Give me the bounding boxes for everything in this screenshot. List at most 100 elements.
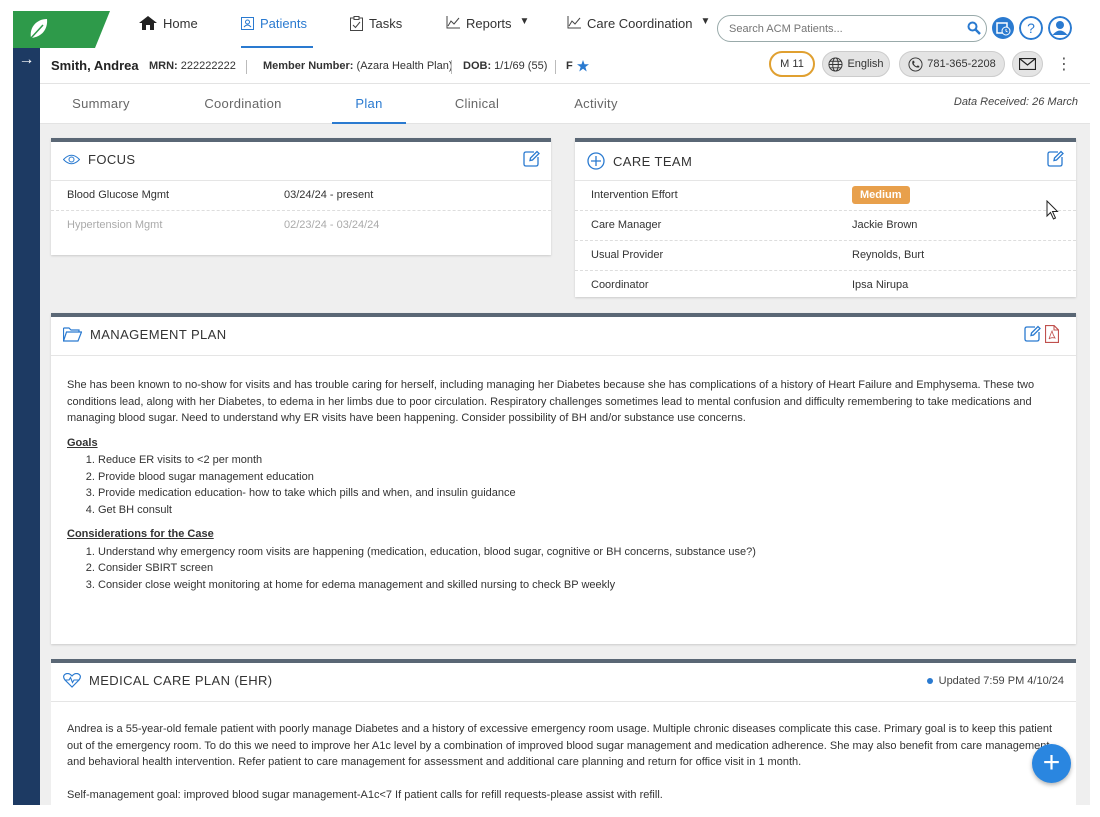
medical-care-plan-body: Andrea is a 55-year-old female patient w…: [67, 721, 1060, 803]
management-plan-card: MANAGEMENT PLAN She has been known to no…: [51, 313, 1076, 644]
mouse-cursor-icon: [1046, 200, 1059, 220]
status-dot-icon: [926, 678, 933, 684]
dob-label: DOB:: [463, 60, 492, 72]
goals-list: Reduce ER visits to <2 per month Provide…: [98, 452, 1060, 518]
tab-plan[interactable]: Plan: [332, 96, 406, 124]
patient-tabs: Summary Coordination Plan Clinical Activ…: [40, 84, 1090, 124]
patient-member-number: Member Number: (Azara Health Plan): [263, 60, 453, 72]
nav-care-coordination-label: Care Coordination: [587, 16, 693, 31]
list-item[interactable]: Blood Glucose Mgmt 03/24/24 - present: [51, 181, 551, 211]
search-input[interactable]: [717, 15, 987, 42]
tasks-icon: [350, 16, 363, 31]
language-pill[interactable]: English: [822, 51, 890, 77]
svg-text:?: ?: [1027, 20, 1035, 36]
care-team-label: Usual Provider: [591, 249, 664, 261]
globe-icon: [828, 56, 843, 72]
management-plan-title: MANAGEMENT PLAN: [63, 327, 227, 342]
nav-tasks[interactable]: Tasks: [350, 16, 402, 48]
m-badge[interactable]: M 11: [769, 51, 815, 77]
top-nav: Home Patients Tasks Reports ▼ Care Coord…: [0, 0, 1100, 48]
care-team-value: Jackie Brown: [852, 219, 918, 231]
help-icon[interactable]: ?: [1019, 16, 1043, 40]
patient-mrn: MRN: 222222222: [149, 60, 236, 72]
chevron-down-icon: ▼: [700, 16, 711, 27]
nav-care-coordination[interactable]: Care Coordination ▼: [567, 16, 710, 48]
tab-activity[interactable]: Activity: [563, 96, 629, 124]
tab-clinical[interactable]: Clinical: [444, 96, 510, 124]
list-item: Consider SBIRT screen: [98, 560, 1060, 577]
focus-dates: 03/24/24 - present: [284, 189, 374, 201]
phone-number: 781-365-2208: [927, 58, 996, 70]
nav-reports[interactable]: Reports ▼: [446, 16, 529, 48]
patient-dob: DOB: 1/1/69 (55): [463, 60, 547, 72]
member-value: (Azara Health Plan): [356, 60, 453, 72]
care-team-card: CARE TEAM Intervention Effort Medium Car…: [575, 138, 1076, 297]
updated-text: Updated 7:59 PM 4/10/24: [938, 675, 1064, 687]
search-icon[interactable]: [967, 21, 981, 35]
email-button[interactable]: [1012, 51, 1043, 77]
edit-icon[interactable]: [1046, 150, 1064, 168]
heart-pulse-icon: [63, 673, 81, 688]
focus-card: FOCUS Blood Glucose Mgmt 03/24/24 - pres…: [51, 138, 551, 255]
management-plan-title-text: MANAGEMENT PLAN: [90, 327, 227, 342]
medical-care-plan-title: MEDICAL CARE PLAN (EHR): [63, 673, 273, 688]
nav-home-label: Home: [163, 16, 198, 31]
calendar-schedule-icon[interactable]: [991, 16, 1015, 40]
care-team-title-text: CARE TEAM: [613, 153, 693, 169]
pdf-icon[interactable]: [1045, 325, 1059, 343]
plus-circle-icon: [587, 152, 605, 170]
goals-heading: Goals: [67, 436, 98, 449]
medical-care-plan-text: Andrea is a 55-year-old female patient w…: [67, 723, 1052, 768]
management-plan-body: She has been known to no-show for visits…: [67, 377, 1060, 593]
divider: [51, 701, 1076, 702]
list-item[interactable]: Hypertension Mgmt 02/23/24 - 03/24/24: [51, 211, 551, 241]
chevron-down-icon: ▼: [519, 16, 530, 27]
reports-icon: [446, 16, 460, 29]
divider: [555, 60, 556, 74]
more-options-icon[interactable]: ⋮: [1056, 51, 1072, 77]
list-item: Understand why emergency room visits are…: [98, 544, 1060, 561]
patient-sex: F: [566, 60, 589, 72]
care-team-label: Intervention Effort: [591, 189, 678, 201]
nav-tasks-label: Tasks: [369, 16, 403, 31]
edit-icon[interactable]: [522, 150, 540, 168]
data-received-label: Data Received: 26 March: [953, 96, 1078, 108]
phone-pill[interactable]: 781-365-2208: [899, 51, 1005, 77]
self-management-goal: Self-management goal: improved blood sug…: [67, 788, 663, 801]
list-item: Provide blood sugar management education: [98, 469, 1060, 486]
phone-icon: [908, 56, 923, 72]
expand-arrow-icon[interactable]: →: [13, 51, 40, 69]
patient-name: Smith, Andrea: [51, 58, 139, 73]
eye-icon: [63, 154, 80, 165]
focus-name: Blood Glucose Mgmt: [67, 189, 170, 201]
dob-value: 1/1/69 (55): [494, 60, 548, 72]
folder-icon: [63, 327, 82, 342]
focus-dates: 02/23/24 - 03/24/24: [284, 219, 380, 231]
medical-care-plan-card: MEDICAL CARE PLAN (EHR) Updated 7:59 PM …: [51, 659, 1076, 805]
divider: [246, 60, 247, 74]
language-label: English: [847, 58, 884, 70]
care-team-value: Reynolds, Burt: [852, 249, 925, 261]
nav-reports-label: Reports: [466, 16, 512, 31]
home-icon: [139, 16, 157, 30]
list-item: Consider close weight monitoring at home…: [98, 577, 1060, 594]
user-profile-icon[interactable]: [1048, 16, 1072, 40]
care-team-label: Care Manager: [591, 219, 662, 231]
m-badge-label: M 11: [780, 58, 804, 70]
mrn-label: MRN:: [149, 60, 178, 72]
table-row: Coordinator Ipsa Nirupa: [575, 271, 1076, 301]
edit-icon[interactable]: [1023, 325, 1041, 343]
nav-home[interactable]: Home: [139, 16, 198, 48]
brand-logo[interactable]: [13, 11, 110, 48]
divider: [451, 60, 452, 74]
care-coordination-icon: [567, 16, 581, 29]
nav-patients[interactable]: Patients: [241, 16, 313, 48]
list-item: Provide medication education- how to tak…: [98, 485, 1060, 502]
considerations-heading: Considerations for the Case: [67, 528, 214, 540]
add-button[interactable]: +: [1032, 744, 1071, 783]
focus-title: FOCUS: [63, 152, 136, 167]
tab-summary[interactable]: Summary: [63, 96, 139, 124]
envelope-icon: [1019, 58, 1036, 70]
tab-coordination[interactable]: Coordination: [192, 96, 294, 124]
star-icon[interactable]: [576, 60, 589, 72]
